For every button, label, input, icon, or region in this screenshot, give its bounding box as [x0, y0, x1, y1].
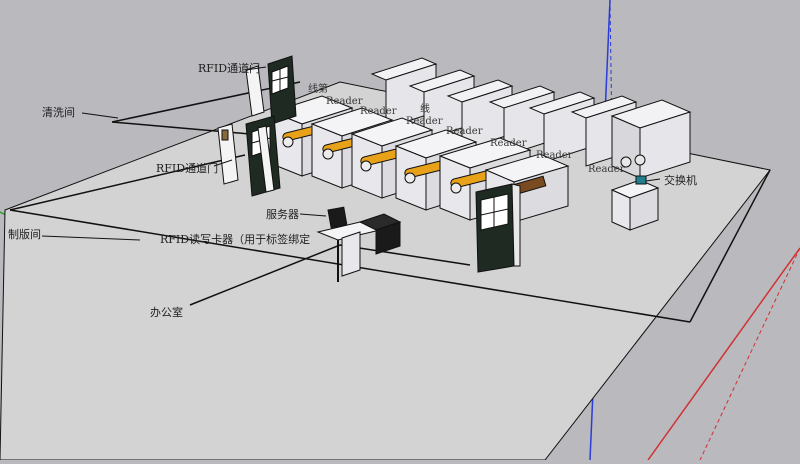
label-line-a: 线第 [308, 82, 328, 95]
label-server: 服务器 [266, 208, 299, 221]
label-office: 办公室 [150, 305, 183, 319]
label-plate-room: 制版间 [8, 227, 41, 241]
label-rfid-gate-mid: RFID通道门 [156, 161, 218, 175]
label-reader-g: Reader [588, 164, 625, 175]
label-reader-c: Reader [406, 116, 443, 127]
main-door [475, 183, 521, 273]
label-reader-f: Reader [536, 150, 573, 161]
leader-cleaning [81, 112, 119, 119]
label-rfid-gate-top: RFID通道门 [198, 61, 260, 75]
diagram-canvas: 清洗间 制版间 办公室 RFID通道门 RFID通道门 服务器 RFID读写卡器… [0, 0, 800, 461]
label-line-b: 线 [420, 102, 430, 115]
label-reader-b: Reader [360, 106, 397, 117]
red-axis-hidden [699, 247, 800, 461]
label-switch: 交换机 [664, 173, 697, 187]
floor-plan-3d: 清洗间 制版间 办公室 RFID通道门 RFID通道门 服务器 RFID读写卡器… [0, 0, 800, 461]
label-reader-d: Reader [446, 126, 483, 137]
label-rfid-reader-writer: RFID读写卡器（用于标签绑定 [160, 232, 310, 246]
label-reader-e: Reader [490, 138, 527, 149]
label-cleaning-room: 清洗间 [42, 106, 75, 119]
label-reader-a: Reader [326, 96, 363, 107]
